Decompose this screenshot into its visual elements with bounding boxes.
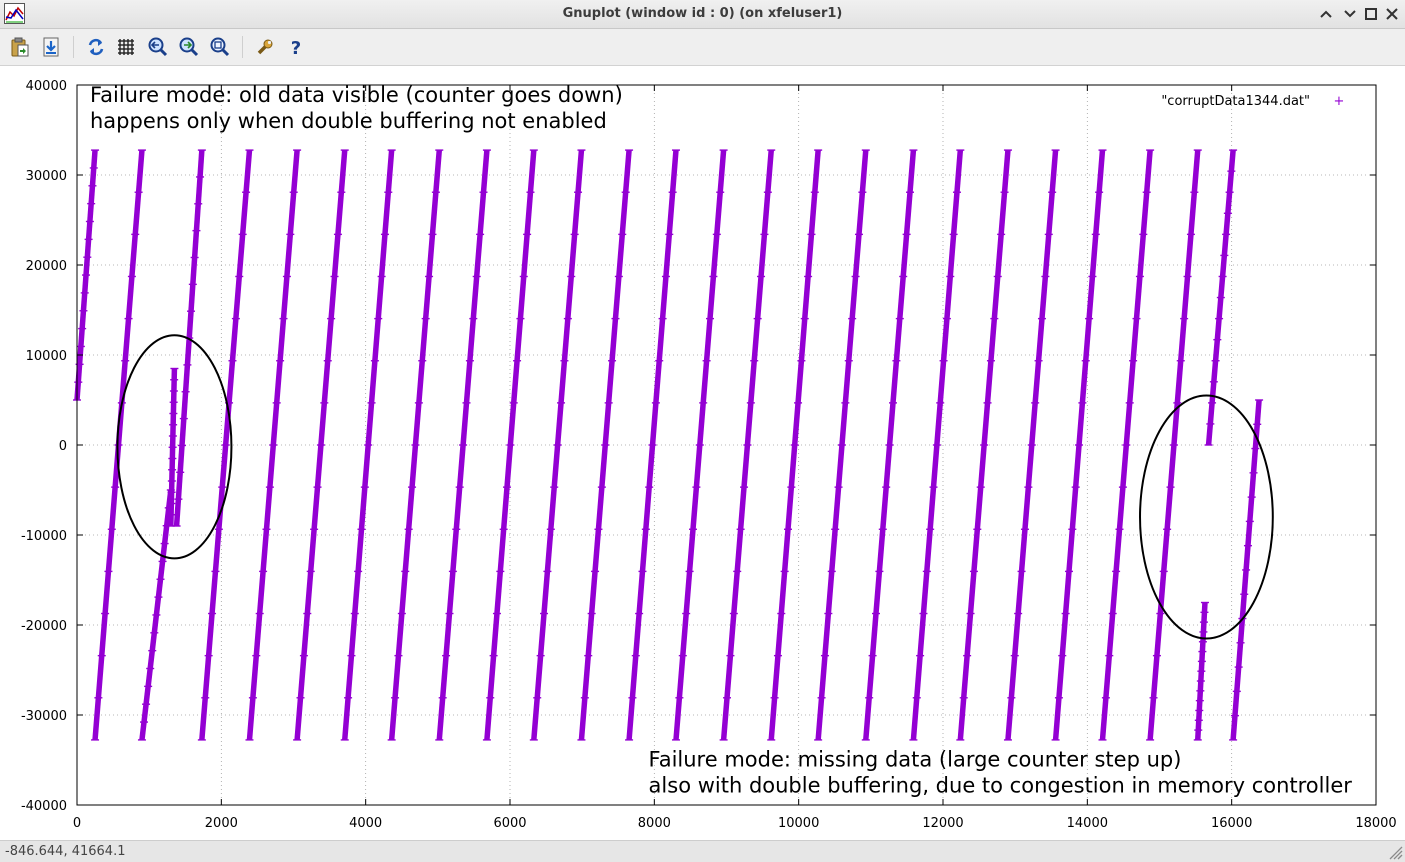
- x-tick-label: 4000: [349, 816, 382, 831]
- refresh-icon[interactable]: [85, 36, 107, 58]
- status-bar: -846.644, 41664.1: [0, 840, 1405, 862]
- window-close-icon[interactable]: [1382, 4, 1402, 24]
- title-bar[interactable]: Gnuplot (window id : 0) (on xfeluser1): [0, 0, 1405, 29]
- x-tick-label: 10000: [778, 816, 819, 831]
- zoom-prev-icon[interactable]: [147, 36, 169, 58]
- x-tick-label: 14000: [1067, 816, 1108, 831]
- gnuplot-chart[interactable]: 0 2000 4000 6000 8000 10000 12000 14000 16000 180…: [0, 66, 1405, 840]
- annotation-text: happens only when double buffering not e…: [90, 109, 607, 133]
- wrench-icon[interactable]: [254, 36, 276, 58]
- y-tick-label: 20000: [26, 259, 67, 274]
- x-tick-label: 8000: [638, 816, 671, 831]
- zoom-next-icon[interactable]: [178, 36, 200, 58]
- x-tick-label: 12000: [922, 816, 963, 831]
- annotation-text: Failure mode: old data visible (counter …: [90, 83, 623, 107]
- y-tick-label: 40000: [26, 79, 67, 94]
- toolbar-separator: [242, 36, 243, 58]
- annotation-text: also with double buffering, due to conge…: [649, 773, 1353, 797]
- y-tick-label: 30000: [26, 169, 67, 184]
- x-tick-label: 0: [73, 816, 81, 831]
- resize-grip-icon[interactable]: [1387, 844, 1403, 860]
- legend-marker: +: [1334, 94, 1345, 109]
- y-tick-label: 10000: [26, 349, 67, 364]
- window-maximize-icon[interactable]: [1361, 4, 1381, 24]
- x-tick-label: 16000: [1211, 816, 1252, 831]
- window-title: Gnuplot (window id : 0) (on xfeluser1): [562, 6, 843, 21]
- help-icon[interactable]: ?: [285, 36, 307, 58]
- svg-text:?: ?: [291, 38, 301, 58]
- toolbar-separator: [73, 36, 74, 58]
- y-tick-label: -20000: [21, 619, 67, 634]
- legend-label: "corruptData1344.dat": [1161, 94, 1310, 109]
- zoom-autoscale-icon[interactable]: [209, 36, 231, 58]
- clipboard-icon[interactable]: [9, 36, 31, 58]
- window-minimize-icon[interactable]: [1340, 4, 1360, 24]
- y-tick-label: -30000: [21, 709, 67, 724]
- mouse-coordinates: -846.644, 41664.1: [5, 844, 126, 859]
- toolbar: ?: [0, 29, 1405, 66]
- x-tick-label: 2000: [205, 816, 238, 831]
- x-tick-label: 6000: [493, 816, 526, 831]
- y-tick-label: -10000: [21, 529, 67, 544]
- y-tick-label: -40000: [21, 799, 67, 814]
- window-shade-icon[interactable]: [1316, 4, 1336, 24]
- x-tick-label: 18000: [1355, 816, 1396, 831]
- export-down-icon[interactable]: [40, 36, 62, 58]
- grid-icon[interactable]: [116, 36, 138, 58]
- annotation-text: Failure mode: missing data (large counte…: [649, 747, 1182, 771]
- y-tick-label: 0: [59, 439, 67, 454]
